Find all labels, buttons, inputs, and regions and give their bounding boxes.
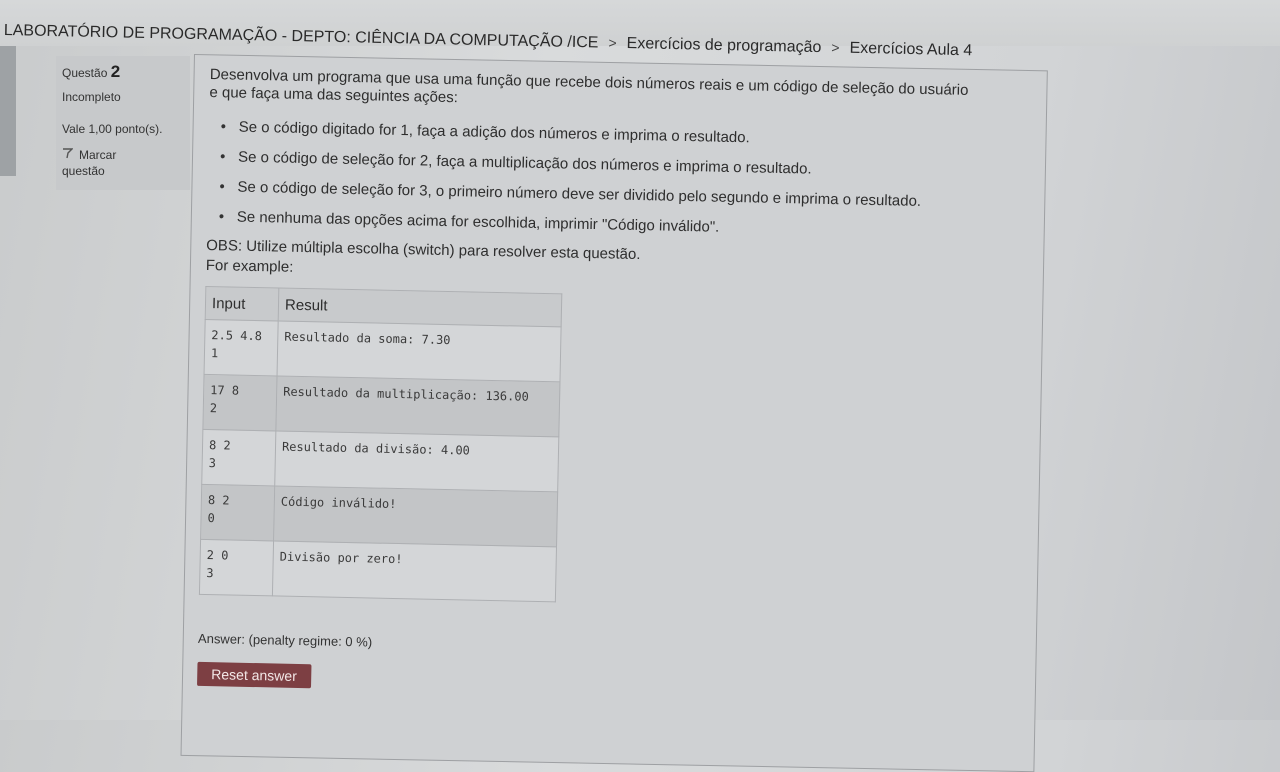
breadcrumb: LABORATÓRIO DE PROGRAMAÇÃO - DEPTO: CIÊN… bbox=[4, 22, 973, 60]
flag-icon[interactable] bbox=[62, 148, 74, 162]
example-result: Divisão por zero! bbox=[272, 540, 557, 602]
question-number-line: Questão 2 bbox=[62, 62, 120, 82]
example-input: 2.5 4.8 1 bbox=[204, 319, 279, 376]
breadcrumb-separator: > bbox=[608, 34, 617, 51]
column-header-input: Input bbox=[205, 286, 279, 321]
breadcrumb-separator: > bbox=[831, 39, 840, 56]
breadcrumb-course[interactable]: LABORATÓRIO DE PROGRAMAÇÃO - DEPTO: CIÊN… bbox=[4, 22, 599, 51]
question-number: 2 bbox=[110, 62, 121, 81]
reset-answer-button[interactable]: Reset answer bbox=[197, 661, 312, 689]
example-result: Resultado da soma: 7.30 bbox=[277, 320, 562, 382]
flag-label-line2[interactable]: questão bbox=[62, 164, 105, 178]
example-input: 2 0 3 bbox=[199, 539, 274, 596]
table-row: 2 0 3 Divisão por zero! bbox=[199, 539, 557, 602]
question-points: Vale 1,00 ponto(s). bbox=[62, 122, 163, 136]
examples-table: Input Result 2.5 4.8 1 Resultado da soma… bbox=[198, 285, 563, 603]
left-strip bbox=[0, 46, 16, 176]
options-list: Se o código digitado for 1, faça a adiçã… bbox=[207, 112, 989, 248]
question-info-box: Questão 2 Incompleto Vale 1,00 ponto(s).… bbox=[56, 56, 190, 190]
penalty-regime: (penalty regime: 0 %) bbox=[248, 631, 373, 650]
example-input: 8 2 3 bbox=[201, 429, 276, 486]
table-row: 2.5 4.8 1 Resultado da soma: 7.30 bbox=[204, 319, 562, 382]
breadcrumb-page[interactable]: Exercícios Aula 4 bbox=[849, 40, 972, 60]
example-result: Resultado da multiplicação: 136.00 bbox=[275, 375, 560, 437]
answer-label: Answer: bbox=[197, 630, 246, 647]
example-input: 8 2 0 bbox=[200, 484, 275, 541]
example-result: Código inválido! bbox=[273, 485, 558, 547]
table-row: 8 2 3 Resultado da divisão: 4.00 bbox=[201, 429, 559, 492]
table-row: 8 2 0 Código inválido! bbox=[200, 484, 558, 547]
question-label: Questão bbox=[62, 66, 108, 80]
example-result: Resultado da divisão: 4.00 bbox=[274, 430, 559, 492]
example-input: 17 8 2 bbox=[202, 374, 278, 431]
question-status: Incompleto bbox=[62, 90, 121, 104]
question-content: Desenvolva um programa que usa uma funçã… bbox=[197, 66, 990, 702]
breadcrumb-section[interactable]: Exercícios de programação bbox=[626, 35, 821, 56]
answer-label-line: Answer: (penalty regime: 0 %) bbox=[198, 631, 978, 662]
table-row: 17 8 2 Resultado da multiplicação: 136.0… bbox=[202, 374, 560, 437]
top-bar: LABORATÓRIO DE PROGRAMAÇÃO - DEPTO: CIÊN… bbox=[0, 0, 1280, 59]
flag-label-line1[interactable]: Marcar bbox=[79, 148, 116, 162]
flag-question-link[interactable]: Marcar bbox=[62, 148, 116, 162]
